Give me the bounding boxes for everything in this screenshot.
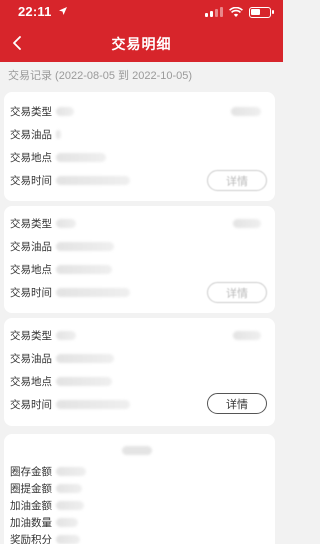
field-place: 交易地点 [10, 374, 112, 388]
field-label: 交易油品 [10, 240, 52, 253]
transaction-card: 交易类型 交易油品 交易地点 交易时间 详情 [4, 206, 275, 313]
field-label: 交易油品 [10, 352, 52, 365]
field-type: 交易类型 [10, 216, 76, 230]
field-oil: 交易油品 [10, 127, 61, 141]
field-label: 交易地点 [10, 263, 52, 276]
redacted-amount [233, 216, 261, 230]
summary-card: 圈存金额 圈提金额 加油金额 加油数量 奖励积分 [4, 434, 275, 544]
status-indicators [205, 5, 274, 19]
field-label: 交易类型 [10, 217, 52, 230]
date-range-text: 交易记录 (2022-08-05 到 2022-10-05) [8, 70, 193, 82]
field-time: 交易时间 [10, 397, 130, 411]
redacted-value [56, 517, 78, 527]
redacted-value [56, 353, 114, 363]
redacted-amount [231, 104, 261, 118]
redacted-value [56, 500, 84, 510]
field-time: 交易时间 [10, 173, 130, 187]
field-time: 交易时间 [10, 285, 130, 299]
field-place: 交易地点 [10, 262, 112, 276]
redacted-value [56, 175, 130, 185]
status-time: 22:11 [18, 4, 52, 19]
transaction-card: 交易类型 交易油品 交易地点 交易时间 详情 [4, 92, 275, 201]
field-label: 交易油品 [10, 128, 52, 141]
location-arrow-icon [59, 7, 67, 15]
redacted-value [56, 129, 61, 139]
summary-row: 奖励积分 [10, 532, 80, 544]
summary-label: 加油数量 [10, 516, 52, 529]
redacted-value [56, 483, 82, 493]
summary-row: 加油金额 [10, 498, 84, 512]
detail-button[interactable]: 详情 [207, 170, 267, 191]
summary-label: 圈提金额 [10, 482, 52, 495]
summary-row: 加油数量 [10, 515, 78, 529]
field-label: 交易地点 [10, 375, 52, 388]
detail-button[interactable]: 详情 [207, 282, 267, 303]
nav-bar: 交易明细 [0, 24, 283, 62]
detail-button[interactable]: 详情 [207, 393, 267, 414]
app-header: 22:11 交易明细 [0, 0, 283, 62]
summary-row: 圈提金额 [10, 481, 82, 495]
summary-label: 加油金额 [10, 499, 52, 512]
wifi-icon [229, 6, 243, 17]
field-type: 交易类型 [10, 104, 74, 118]
field-label: 交易时间 [10, 286, 52, 299]
cellular-signal-icon [205, 7, 223, 17]
redacted-value [56, 376, 112, 386]
field-type: 交易类型 [10, 328, 76, 342]
redacted-value [56, 287, 130, 297]
redacted-value [56, 330, 76, 340]
status-bar: 22:11 [0, 0, 283, 24]
field-oil: 交易油品 [10, 351, 114, 365]
field-label: 交易地点 [10, 151, 52, 164]
redacted-value [56, 218, 76, 228]
redacted-value [56, 241, 114, 251]
summary-row: 圈存金额 [10, 464, 86, 478]
redacted-value [56, 534, 80, 544]
battery-icon [249, 6, 274, 18]
field-label: 交易时间 [10, 174, 52, 187]
summary-label: 奖励积分 [10, 533, 52, 544]
redacted-value [56, 152, 106, 162]
redacted-value [56, 399, 130, 409]
redacted-value [56, 466, 86, 476]
transaction-card: 交易类型 交易油品 交易地点 交易时间 详情 [4, 318, 275, 426]
summary-label: 圈存金额 [10, 465, 52, 478]
field-place: 交易地点 [10, 150, 106, 164]
field-label: 交易时间 [10, 398, 52, 411]
field-label: 交易类型 [10, 105, 52, 118]
field-oil: 交易油品 [10, 239, 114, 253]
redacted-summary-title [122, 446, 152, 455]
redacted-value [56, 106, 74, 116]
redacted-amount [233, 328, 261, 342]
page-title: 交易明细 [111, 36, 172, 52]
field-label: 交易类型 [10, 329, 52, 342]
redacted-value [56, 264, 112, 274]
